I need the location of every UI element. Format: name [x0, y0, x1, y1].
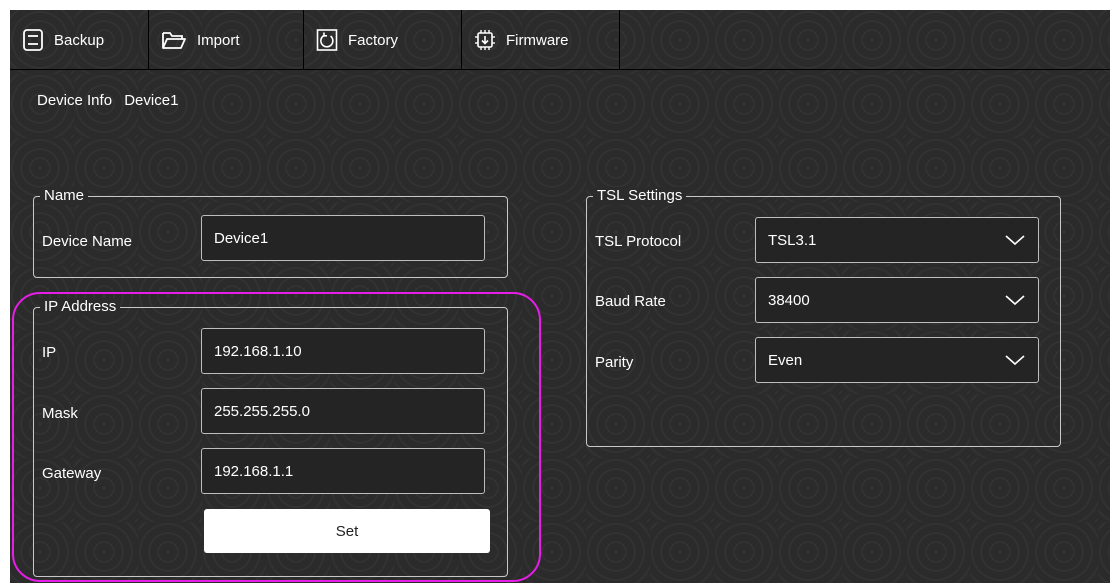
firmware-button[interactable]: Firmware — [462, 10, 620, 70]
reset-icon — [316, 28, 338, 52]
device-name-value: Device1 — [214, 229, 269, 247]
baud-rate-select[interactable]: 38400 — [755, 277, 1039, 323]
mask-label: Mask — [42, 405, 78, 422]
backup-label: Backup — [54, 31, 105, 49]
mask-value: 255.255.255.0 — [214, 402, 310, 420]
mask-field[interactable]: 255.255.255.0 — [201, 388, 485, 434]
baud-rate-value: 38400 — [768, 291, 810, 309]
tsl-settings-group: TSL Settings TSL Protocol TSL3.1 Baud Ra… — [586, 187, 1061, 447]
set-button[interactable]: Set — [204, 509, 490, 553]
folder-open-icon — [161, 28, 187, 52]
ip-address-group: IP Address IP 192.168.1.10 Mask 255.255.… — [33, 298, 508, 577]
gateway-value: 192.168.1.1 — [214, 462, 294, 480]
chevron-down-icon — [1005, 235, 1025, 246]
ip-label: IP — [42, 344, 57, 361]
tsl-protocol-select[interactable]: TSL3.1 — [755, 217, 1039, 263]
name-group-title: Name — [40, 187, 89, 205]
tsl-protocol-label: TSL Protocol — [595, 233, 682, 250]
chevron-down-icon — [1005, 355, 1025, 366]
device-info-value: Device1 — [124, 92, 179, 109]
gateway-field[interactable]: 192.168.1.1 — [201, 448, 485, 494]
parity-select[interactable]: Even — [755, 337, 1039, 383]
device-info-label: Device Info — [37, 92, 113, 109]
ip-field[interactable]: 192.168.1.10 — [201, 328, 485, 374]
chip-icon — [474, 28, 496, 52]
chevron-down-icon — [1005, 295, 1025, 306]
ip-group-title: IP Address — [40, 298, 121, 316]
save-icon — [22, 28, 44, 52]
import-label: Import — [197, 31, 240, 49]
tsl-group-title: TSL Settings — [593, 187, 687, 205]
tsl-protocol-value: TSL3.1 — [768, 231, 817, 249]
firmware-label: Firmware — [506, 31, 569, 49]
factory-button[interactable]: Factory — [304, 10, 462, 70]
device-name-field[interactable]: Device1 — [201, 215, 485, 261]
toolbar: Backup Import Factory Firmware — [10, 10, 1110, 70]
device-config-window: Backup Import Factory Firmware Device In… — [10, 10, 1110, 583]
gateway-label: Gateway — [42, 465, 102, 482]
device-name-label: Device Name — [42, 233, 133, 250]
ip-value: 192.168.1.10 — [214, 342, 302, 360]
baud-rate-label: Baud Rate — [595, 293, 666, 310]
parity-value: Even — [768, 351, 803, 369]
parity-label: Parity — [595, 354, 634, 371]
device-info: Device Info Device1 — [37, 92, 178, 109]
name-group: Name Device Name Device1 — [33, 187, 508, 278]
factory-label: Factory — [348, 31, 399, 49]
import-button[interactable]: Import — [149, 10, 304, 70]
backup-button[interactable]: Backup — [10, 10, 149, 70]
